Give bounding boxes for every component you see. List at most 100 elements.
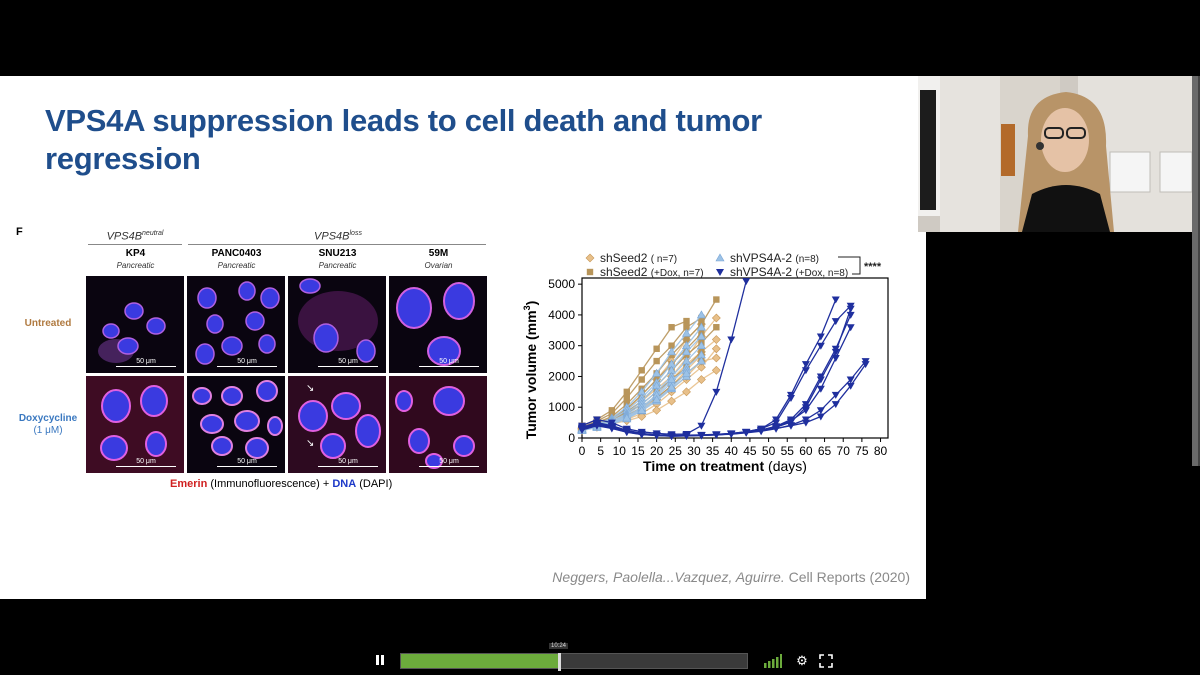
y-axis-label: Tumor volume (mm3) [522, 301, 539, 440]
column-header-kp4: KP4 Pancreatic [85, 248, 186, 271]
y-tick-label: 0 [568, 431, 575, 445]
stain-legend: Emerin (Immunofluorescence) + DNA (DAPI) [170, 478, 392, 490]
row-label-doxycycline: Doxycycline (1 μM) [8, 413, 88, 437]
data-point [831, 296, 840, 304]
micrograph-panc0403-untreated: 50 μm [187, 276, 285, 373]
data-point [638, 376, 645, 383]
column-header-panc0403: PANC0403 Pancreatic [186, 248, 287, 271]
scalebar [116, 366, 176, 367]
stain-blue-desc: (DAPI) [356, 478, 393, 490]
x-tick-label: 60 [799, 444, 813, 458]
signal-quality-icon[interactable] [764, 654, 782, 668]
data-point [816, 333, 825, 341]
legend-marker [586, 268, 594, 276]
stain-blue-label: DNA [332, 478, 357, 490]
y-axis-end: ) [523, 301, 539, 306]
scalebar [318, 466, 378, 467]
scalebar-text: 50 μm [439, 458, 459, 465]
time-tooltip: 10:24 [549, 643, 569, 649]
pause-icon [376, 655, 384, 665]
x-tick-label: 10 [613, 444, 627, 458]
data-point [623, 388, 630, 396]
progress-bar[interactable] [400, 653, 748, 671]
y-tick-label: 4000 [548, 308, 575, 322]
progress-handle[interactable] [558, 653, 562, 671]
panel-letter: F [16, 226, 23, 238]
scrollbar-thumb[interactable] [1192, 76, 1198, 466]
x-axis-label: Time on treatment (days) [643, 458, 807, 474]
legend-marker [716, 269, 724, 276]
scalebar [419, 466, 479, 467]
scalebar [217, 366, 277, 367]
tissue-type: Pancreatic [318, 261, 357, 270]
x-tick-label: 25 [669, 444, 683, 458]
group-label-neutral-sup: neutral [142, 230, 164, 237]
pause-button[interactable] [372, 654, 388, 668]
fullscreen-icon[interactable] [818, 653, 834, 669]
svg-text:↘: ↘ [306, 383, 314, 394]
data-point [683, 317, 690, 325]
citation: Neggers, Paolella...Vazquez, Aguirre. Ce… [552, 569, 910, 585]
cell-line-name: SNU213 [318, 248, 357, 259]
scalebar-text: 50 μm [136, 358, 156, 365]
presenter-webcam [918, 76, 1192, 232]
scalebar-text: 50 μm [136, 458, 156, 465]
data-point [727, 336, 736, 344]
column-header-snu213: SNU213 Pancreatic [287, 248, 388, 271]
group-label-loss-text: VPS4B [314, 230, 350, 243]
legend-count: (n=8) [795, 254, 819, 265]
x-tick-label: 55 [781, 444, 795, 458]
data-point [831, 318, 840, 326]
slide-title: VPS4A suppression leads to cell death an… [45, 103, 762, 176]
player-controls: 10:24 ⚙ [0, 640, 1200, 675]
x-tick-label: 15 [631, 444, 645, 458]
micrograph-kp4-doxycycline: 50 μm [86, 376, 184, 473]
x-tick-label: 35 [706, 444, 720, 458]
scalebar [318, 366, 378, 367]
scrollbar[interactable] [1192, 76, 1200, 466]
data-point [711, 365, 721, 375]
data-point [667, 396, 676, 406]
data-point [668, 324, 675, 331]
data-point [712, 388, 721, 396]
cell-line-name: KP4 [125, 248, 146, 259]
data-point [623, 394, 630, 402]
group-label-neutral: VPS4Bneutral [85, 230, 185, 243]
data-point [711, 353, 721, 363]
tissue-type: Pancreatic [217, 261, 256, 270]
tissue-type: Ovarian [424, 261, 453, 270]
svg-text:↘: ↘ [306, 438, 314, 449]
data-point [816, 407, 825, 415]
row-label-text: Doxycycline [18, 413, 78, 424]
cell-line-name: PANC0403 [211, 248, 262, 259]
scalebar [217, 466, 277, 467]
data-point [653, 345, 660, 352]
group-divider-neutral [88, 244, 182, 245]
legend-entry: shVPS4A-2 (+Dox, n=8) [730, 265, 848, 279]
legend-marker [585, 253, 595, 263]
data-point [713, 324, 720, 331]
micrograph-59m-untreated: 50 μm [389, 276, 487, 373]
x-tick-label: 50 [762, 444, 776, 458]
tumor-volume-chart: 0 1000 2000 3000 4000 5000 0 5 10 15 20 25 30 35 40 45 5… [516, 242, 896, 482]
data-point [653, 357, 660, 365]
column-header-59m: 59M Ovarian [388, 248, 489, 271]
legend-entry: shSeed2 (+Dox, n=7) [600, 265, 704, 279]
scalebar-text: 50 μm [439, 358, 459, 365]
x-tick-label: 30 [687, 444, 701, 458]
cell-line-name: 59M [428, 248, 449, 259]
x-tick-label: 20 [650, 444, 664, 458]
group-divider-loss [188, 244, 486, 245]
gear-icon[interactable]: ⚙ [794, 653, 810, 669]
y-tick-label: 2000 [548, 369, 575, 383]
scalebar-text: 50 μm [237, 458, 257, 465]
y-tick-label: 5000 [548, 277, 575, 291]
significance-label: **** [864, 261, 882, 273]
stain-red-desc: (Immunofluorescence) + [207, 478, 333, 490]
legend-count: (+Dox, n=8) [795, 268, 848, 279]
legend-entry: shSeed2 ( n=7) [600, 251, 677, 265]
group-label-neutral-text: VPS4B [106, 230, 143, 243]
micrograph-kp4-untreated: 50 μm [86, 276, 184, 373]
citation-journal: Cell Reports (2020) [784, 569, 910, 585]
scalebar-text: 50 μm [338, 358, 358, 365]
